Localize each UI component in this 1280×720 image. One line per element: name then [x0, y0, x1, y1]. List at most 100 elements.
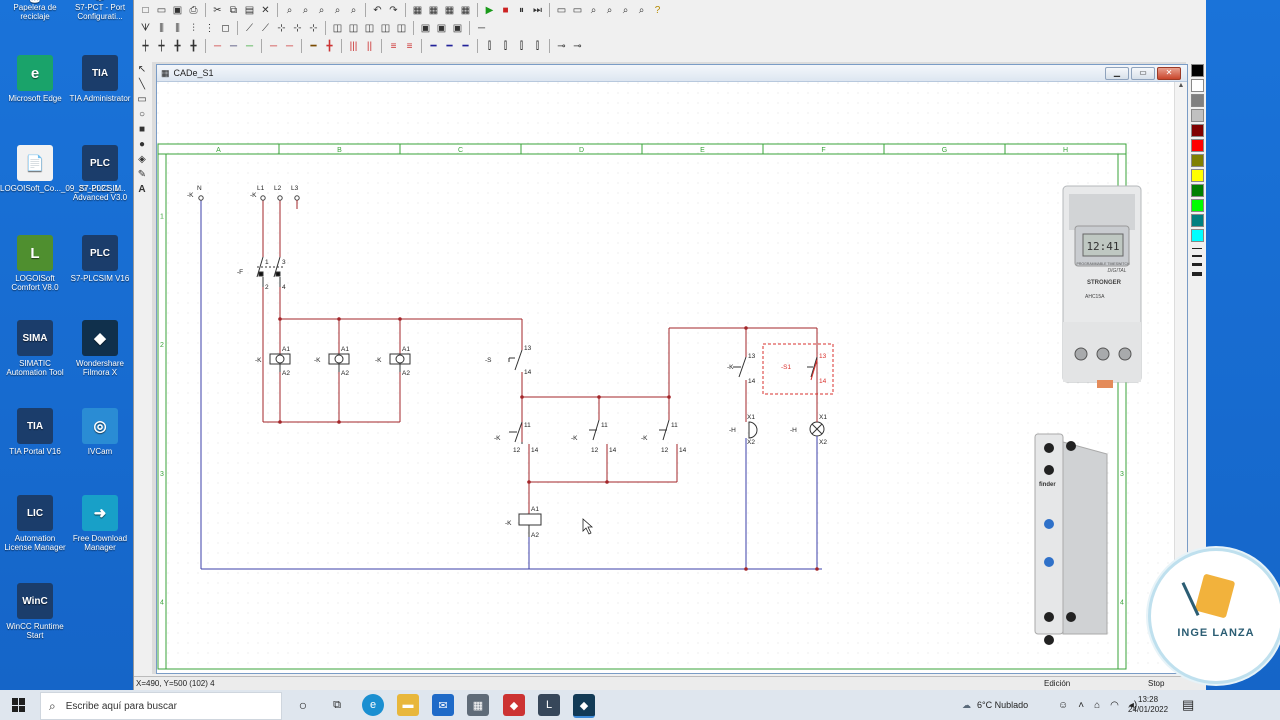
zoom-icon[interactable]: ⌕ [330, 3, 345, 18]
wire-red-icon[interactable]: ─ [266, 39, 281, 54]
cade-taskbar-icon[interactable]: ◆ [503, 694, 525, 716]
contact-icon[interactable]: ⊹ [306, 21, 321, 36]
color-swatch[interactable] [1190, 79, 1204, 92]
terminal-icon[interactable]: ⫿ [482, 39, 497, 54]
pen-tool-icon[interactable]: ✎ [136, 167, 149, 181]
run-icon[interactable]: ▶ [482, 3, 497, 18]
arrow-icon[interactable]: ⊸ [570, 39, 585, 54]
pointer-icon[interactable]: ↖ [136, 62, 149, 76]
color-swatch[interactable] [1190, 139, 1204, 152]
minimize-button[interactable]: ▁ [1105, 67, 1129, 80]
contact-icon[interactable]: ⊹ [290, 21, 305, 36]
cortana-icon[interactable]: ○ [292, 694, 314, 716]
person-icon[interactable]: ☺ [1058, 700, 1068, 711]
start-button[interactable] [12, 698, 26, 712]
desktop-icon[interactable]: WinC WinCC Runtime Start [0, 583, 70, 640]
symbol-icon[interactable]: ⫼ [170, 21, 185, 36]
file-explorer-icon[interactable]: ▬ [397, 694, 419, 716]
junction-icon[interactable]: ╋ [170, 39, 185, 54]
desktop-icon[interactable]: L LOGOISoft Comfort V8.0 [0, 235, 70, 292]
rectangle-tool-icon[interactable]: ▭ [136, 92, 149, 106]
desktop-icon[interactable]: 🗑Papelera de reciclaje [0, 0, 70, 21]
relay-icon[interactable]: ▣ [434, 21, 449, 36]
relay-icon[interactable]: ▣ [450, 21, 465, 36]
junction-icon[interactable]: ┿ [154, 39, 169, 54]
mail-icon[interactable]: ✉ [432, 694, 454, 716]
ellipse-tool-icon[interactable]: ○ [136, 107, 149, 121]
coil-icon[interactable]: ◫ [378, 21, 393, 36]
grid-icon[interactable]: ▦ [442, 3, 457, 18]
desktop-icon[interactable]: TIA TIA Portal V16 [0, 408, 70, 456]
line-width-option[interactable] [1192, 263, 1202, 266]
bus-icon[interactable]: ||| [346, 39, 361, 54]
junction-icon[interactable]: ┿ [138, 39, 153, 54]
bus-icon[interactable]: ≡ [402, 39, 417, 54]
desktop-icon[interactable]: SIMA SIMATIC Automation Tool [0, 320, 70, 377]
coil-icon[interactable]: ◫ [330, 21, 345, 36]
search-icon[interactable]: ⌕ [602, 3, 617, 18]
grid-icon[interactable]: ▦ [426, 3, 441, 18]
zoom-icon[interactable]: ⌕ [314, 3, 329, 18]
color-swatch[interactable] [1190, 229, 1204, 242]
print-icon[interactable]: ⎙ [186, 3, 201, 18]
wire-blue-icon[interactable]: ━ [442, 39, 457, 54]
bus-icon[interactable]: ≡ [386, 39, 401, 54]
desktop-icon[interactable]: ➜ Free Download Manager [65, 495, 135, 552]
redo-icon[interactable]: ↷ [386, 3, 401, 18]
pause-icon[interactable]: ⏸ [514, 3, 529, 18]
paste-icon[interactable]: ▤ [242, 3, 257, 18]
open-folder-icon[interactable]: ▭ [154, 3, 169, 18]
calculator-taskbar-icon[interactable]: ▦ [467, 694, 489, 716]
window-icon[interactable]: ▭ [554, 3, 569, 18]
zoom-icon[interactable]: ⌕ [298, 3, 313, 18]
schematic-canvas[interactable]: ABCDEFGH 11223344 [157, 82, 1173, 672]
grid-icon[interactable]: ▦ [410, 3, 425, 18]
desktop-icon[interactable]: 📄 LOGOISoft_Co..._09_27_2021_1... [0, 145, 125, 193]
contact-icon[interactable]: ⟋ [242, 21, 257, 36]
coil-icon[interactable]: ◫ [394, 21, 409, 36]
text-tool-icon[interactable]: A [136, 182, 149, 196]
wire-brown-icon[interactable]: ━ [306, 39, 321, 54]
close-button[interactable]: ✕ [1157, 67, 1181, 80]
step-icon[interactable]: ⏭ [530, 3, 545, 18]
terminal-icon[interactable]: ⫿ [530, 39, 545, 54]
wire-red-icon[interactable]: ╋ [322, 39, 337, 54]
help-icon[interactable]: ? [650, 3, 665, 18]
notification-icon[interactable]: ▤ [1182, 690, 1194, 720]
weather-widget[interactable]: ☁ 6°C Nublado [962, 690, 1028, 720]
network-icon[interactable]: ⌂ [1094, 700, 1100, 711]
desktop-icon[interactable]: e Microsoft Edge [0, 55, 70, 103]
contact-icon[interactable]: ⟋ [258, 21, 273, 36]
delete-icon[interactable]: ✕ [258, 3, 273, 18]
desktop-icon[interactable]: ⚙S7-PCT - Port Configurati... [65, 0, 135, 21]
wire-red-icon[interactable]: ─ [282, 39, 297, 54]
taskbar-search[interactable]: ⌕ Escribe aquí para buscar [40, 692, 282, 720]
coil-icon[interactable]: ◫ [362, 21, 377, 36]
symbol-icon[interactable]: ᗐ [138, 21, 153, 36]
color-swatch[interactable] [1190, 64, 1204, 77]
document-titlebar[interactable]: ▦ CADe_S1 [157, 65, 1187, 82]
relay-icon[interactable]: ▣ [418, 21, 433, 36]
search-icon[interactable]: ⌕ [634, 3, 649, 18]
wire-blue-icon[interactable]: ━ [458, 39, 473, 54]
desktop-icon[interactable]: ◎ IVCam [65, 408, 135, 456]
new-file-icon[interactable]: □ [138, 3, 153, 18]
color-swatch[interactable] [1190, 109, 1204, 122]
junction-icon[interactable]: ╋ [186, 39, 201, 54]
color-swatch[interactable] [1190, 184, 1204, 197]
zoom-icon[interactable]: ⌕ [346, 3, 361, 18]
color-swatch[interactable] [1190, 214, 1204, 227]
coil-icon[interactable]: ◫ [346, 21, 361, 36]
zoom-icon[interactable]: ⌕ [282, 3, 297, 18]
contact-icon[interactable]: ⊹ [274, 21, 289, 36]
chevron-up-icon[interactable]: ˄ [1078, 700, 1084, 711]
wifi-icon[interactable]: ◠ [1110, 700, 1119, 711]
color-swatch[interactable] [1190, 169, 1204, 182]
grid-icon[interactable]: ▦ [458, 3, 473, 18]
symbol-icon[interactable]: ⫶ [186, 21, 201, 36]
color-swatch[interactable] [1190, 154, 1204, 167]
terminal-icon[interactable]: ⫿ [498, 39, 513, 54]
clock[interactable]: 13:28 24/01/2022 [1128, 690, 1168, 720]
filled-ellipse-icon[interactable]: ● [136, 137, 149, 151]
line-icon[interactable]: ─ [474, 21, 489, 36]
